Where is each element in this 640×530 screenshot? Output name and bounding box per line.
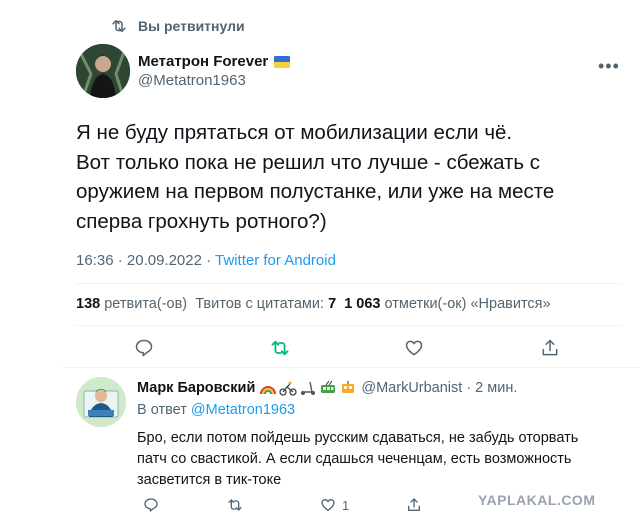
reply-to-label: В ответ [137, 402, 187, 418]
rainbow-icon [260, 386, 277, 395]
reply-text-line: засветится в тик-токе [137, 472, 282, 488]
retweet-icon [112, 20, 126, 32]
trolleybus-icon [321, 380, 336, 393]
author-avatar[interactable] [76, 44, 130, 98]
meta-separator: · [117, 252, 123, 269]
tweet-text-line: сперва грохнуть ротного?) [76, 209, 327, 233]
reply-text: Бро, если потом пойдешь русским сдаватьс… [137, 428, 607, 491]
reply-to-mention[interactable]: @Metatron1963 [191, 402, 295, 418]
author-block: Метатрон Forever @Metatron1963 [138, 53, 291, 89]
reply-to-line: В ответ @Metatron1963 [137, 402, 295, 418]
retweets-stat[interactable]: 138 ретвита(-ов) [76, 296, 187, 312]
tweet-text-line: Вот только пока не решил что лучше - сбе… [76, 150, 541, 174]
tweet-time[interactable]: 16:36 [76, 252, 114, 269]
reply-like-count: 1 [342, 497, 350, 513]
likes-label: отметки(-ок) «Нравится» [384, 296, 551, 312]
scooter-icon [301, 381, 316, 395]
name-emojis [259, 380, 357, 396]
quotes-label: Твитов с цитатами: [195, 296, 325, 312]
reply-text-line: Бро, если потом пойдешь русским сдаватьс… [137, 430, 579, 446]
like-icon [321, 499, 335, 511]
author-handle[interactable]: @Metatron1963 [138, 72, 290, 89]
watermark: YAPLAKAL.COM [478, 492, 596, 508]
retweet-icon [228, 499, 242, 511]
reply-reply-button[interactable] [143, 497, 159, 513]
share-icon [408, 498, 420, 511]
flag-ua-icon [274, 55, 291, 68]
retweet-icon[interactable] [270, 338, 290, 358]
reply-like-button[interactable]: 1 [320, 497, 349, 513]
reply-author-handle[interactable]: @MarkUrbanist [361, 380, 462, 396]
likes-count: 1 063 [344, 296, 381, 312]
reply-share-button[interactable] [406, 497, 422, 513]
tweet-stats: 138 ретвита(-ов) Твитов с цитатами: 7 1 … [76, 296, 551, 312]
tweet-text-line: Я не буду прятаться от мобилизации если … [76, 121, 513, 144]
quotes-count: 7 [328, 296, 337, 312]
divider [62, 367, 640, 368]
retweets-label: ретвита(-ов) [104, 296, 188, 312]
author-name[interactable]: Метатрон Forever [138, 53, 268, 70]
reply-author-avatar[interactable] [76, 377, 126, 427]
tweet-date[interactable]: 20.09.2022 [127, 252, 202, 269]
reply-author-name[interactable]: Марк Баровский [137, 380, 255, 396]
tweet-source-link[interactable]: Twitter for Android [215, 252, 336, 269]
cyclist-icon [279, 381, 298, 396]
tweet-text-line: оружием на первом полустанке, или уже на… [76, 180, 555, 203]
meta-separator: · [206, 252, 212, 269]
more-icon[interactable]: ••• [598, 56, 620, 77]
retweet-header-label: Вы ретвитнули [138, 18, 245, 34]
divider [76, 283, 622, 284]
reply-header: Марк Баровский @MarkUrbanist · 2 мин. [137, 380, 517, 396]
quotes-stat[interactable]: Твитов с цитатами: 7 [195, 296, 336, 312]
share-icon[interactable] [540, 338, 560, 358]
reply-retweet-button[interactable] [227, 497, 243, 513]
retweets-count: 138 [76, 296, 101, 312]
reply-time[interactable]: · 2 мин. [466, 380, 517, 396]
likes-stat[interactable]: 1 063 отметки(-ок) «Нравится» [344, 296, 550, 312]
tram-icon [342, 381, 355, 393]
tweet-text: Я не буду прятаться от мобилизации если … [76, 118, 596, 236]
reply-text-line: патч со свастикой. А если сдашься чеченц… [137, 451, 572, 467]
reply-icon[interactable] [134, 338, 154, 358]
reply-icon [144, 498, 158, 512]
retweet-header: Вы ретвитнули [110, 17, 245, 35]
like-icon[interactable] [404, 338, 424, 358]
tweet-meta: 16:36 · 20.09.2022 · Twitter for Android [76, 252, 336, 269]
divider [76, 325, 622, 326]
